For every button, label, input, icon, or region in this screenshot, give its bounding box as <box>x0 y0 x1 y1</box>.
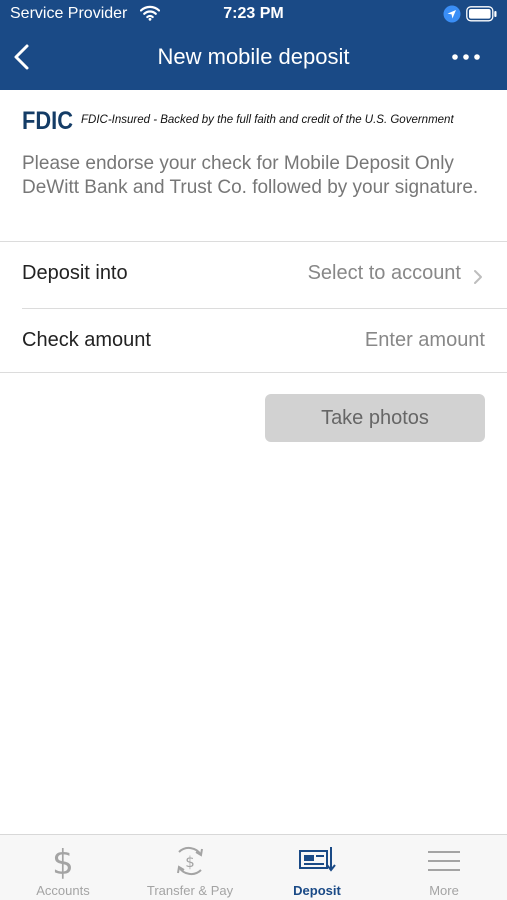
svg-text:$: $ <box>185 853 195 871</box>
fdic-notice: FDIC FDIC-Insured - Backed by the full f… <box>22 108 492 134</box>
check-amount-row[interactable]: Check amount Enter amount <box>0 309 507 375</box>
fdic-tagline: FDIC-Insured - Backed by the full faith … <box>81 114 454 126</box>
take-photos-button[interactable]: Take photos <box>265 394 485 442</box>
dollar-icon: $ <box>0 843 126 879</box>
check-amount-label: Check amount <box>22 329 151 351</box>
transfer-pay-icon: $ <box>127 843 253 879</box>
tab-deposit[interactable]: Deposit <box>254 835 380 900</box>
deposit-into-label: Deposit into <box>22 262 128 284</box>
divider <box>0 372 507 373</box>
svg-text:$: $ <box>52 843 74 879</box>
tab-bar: $ Accounts $ Transfer & Pay Deposit More <box>0 834 507 900</box>
page-title: New mobile deposit <box>157 44 350 69</box>
battery-icon <box>466 6 498 27</box>
tab-label: More <box>429 883 459 898</box>
tab-label: Deposit <box>293 883 341 898</box>
check-amount-input[interactable]: Enter amount <box>365 329 485 352</box>
fdic-logo: FDIC <box>22 108 73 132</box>
chevron-right-icon <box>472 268 484 286</box>
location-icon <box>443 5 461 28</box>
tab-label: Transfer & Pay <box>146 883 234 898</box>
tab-more[interactable]: More <box>381 835 507 900</box>
check-deposit-icon <box>254 843 380 879</box>
deposit-into-row[interactable]: Deposit into Select to account <box>0 242 507 308</box>
endorsement-instructions: Please endorse your check for Mobile Dep… <box>22 153 479 198</box>
tab-label: Accounts <box>36 883 90 898</box>
deposit-into-value[interactable]: Select to account <box>308 262 461 285</box>
top-header: Service Provider 7:23 PM New mobile depo… <box>0 0 507 90</box>
fdic-logo-text: FDIC <box>22 108 73 132</box>
more-options-icon[interactable] <box>448 44 484 70</box>
status-bar: Service Provider 7:23 PM <box>0 0 507 30</box>
tab-accounts[interactable]: $ Accounts <box>0 835 126 900</box>
status-time: 7:23 PM <box>223 5 284 22</box>
hamburger-menu-icon <box>381 843 507 879</box>
tab-transfer-pay[interactable]: $ Transfer & Pay <box>127 835 253 900</box>
nav-bar: New mobile deposit <box>0 30 507 90</box>
